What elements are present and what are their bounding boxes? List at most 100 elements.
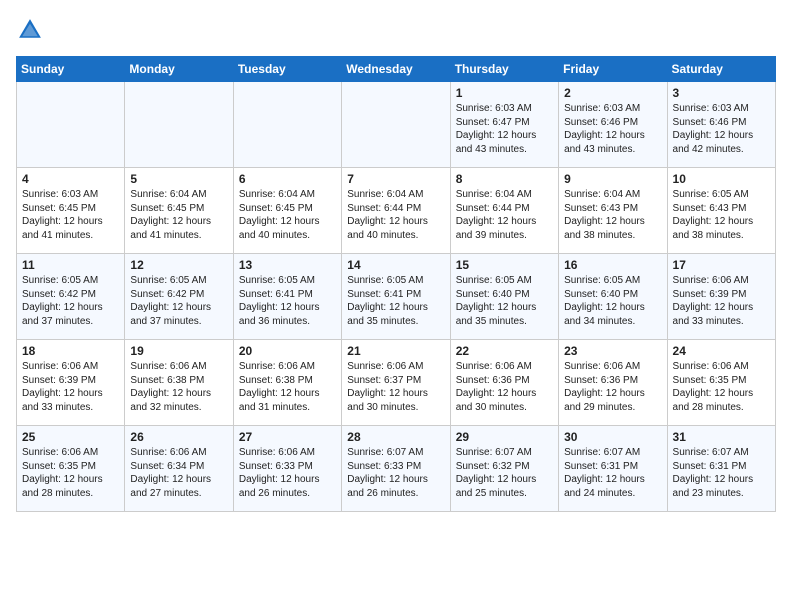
day-cell-7: 7 Sunrise: 6:04 AM Sunset: 6:44 PM Daylig… [342, 168, 450, 254]
day-cell-3: 3Sunrise: 6:03 AM Sunset: 6:46 PM Daylig… [667, 82, 775, 168]
day-info: Sunrise: 6:03 AM Sunset: 6:45 PM Dayligh… [22, 188, 119, 242]
week-row-1: 1Sunrise: 6:03 AM Sunset: 6:47 PM Daylig… [17, 82, 776, 168]
day-info: Sunrise: 6:05 AM Sunset: 6:42 PM Dayligh… [130, 274, 227, 328]
day-cell-5: 5Sunrise: 6:04 AM Sunset: 6:45 PM Daylig… [125, 168, 233, 254]
day-number: 28 [347, 430, 444, 444]
day-number: 17 [673, 258, 770, 272]
day-number: 14 [347, 258, 444, 272]
day-cell-15: 15 Sunrise: 6:05 AM Sunset: 6:40 PM Dayli… [450, 254, 558, 340]
day-cell-6: 6 Sunrise: 6:04 AM Sunset: 6:45 PM Daylig… [233, 168, 341, 254]
day-number: 10 [673, 172, 770, 186]
day-info: Sunrise: 6:06 AM Sunset: 6:34 PM Dayligh… [130, 446, 227, 500]
day-number: 4 [22, 172, 119, 186]
day-info: Sunrise: 6:05 AM Sunset: 6:40 PM Dayligh… [456, 274, 553, 328]
day-cell-10: 10 Sunrise: 6:05 AM Sunset: 6:43 PM Dayli… [667, 168, 775, 254]
day-cell-27: 27 Sunrise: 6:06 AM Sunset: 6:33 PM Dayli… [233, 426, 341, 512]
day-info: Sunrise: 6:06 AM Sunset: 6:38 PM Dayligh… [130, 360, 227, 414]
day-number: 13 [239, 258, 336, 272]
column-header-saturday: Saturday [667, 57, 775, 82]
day-info: Sunrise: 6:06 AM Sunset: 6:39 PM Dayligh… [22, 360, 119, 414]
day-number: 6 [239, 172, 336, 186]
day-cell-25: 25 Sunrise: 6:06 AM Sunset: 6:35 PM Dayli… [17, 426, 125, 512]
day-info: Sunrise: 6:07 AM Sunset: 6:31 PM Dayligh… [673, 446, 770, 500]
day-cell-23: 23 Sunrise: 6:06 AM Sunset: 6:36 PM Dayli… [559, 340, 667, 426]
column-header-friday: Friday [559, 57, 667, 82]
day-cell-1: 1Sunrise: 6:03 AM Sunset: 6:47 PM Daylig… [450, 82, 558, 168]
day-number: 29 [456, 430, 553, 444]
day-cell-4: 4 Sunrise: 6:03 AM Sunset: 6:45 PM Daylig… [17, 168, 125, 254]
day-info: Sunrise: 6:06 AM Sunset: 6:35 PM Dayligh… [673, 360, 770, 414]
day-number: 22 [456, 344, 553, 358]
day-number: 8 [456, 172, 553, 186]
day-number: 9 [564, 172, 661, 186]
day-info: Sunrise: 6:05 AM Sunset: 6:41 PM Dayligh… [347, 274, 444, 328]
logo [16, 16, 48, 44]
day-number: 26 [130, 430, 227, 444]
day-info: Sunrise: 6:04 AM Sunset: 6:44 PM Dayligh… [347, 188, 444, 242]
day-cell-29: 29 Sunrise: 6:07 AM Sunset: 6:32 PM Dayli… [450, 426, 558, 512]
day-number: 27 [239, 430, 336, 444]
day-info: Sunrise: 6:04 AM Sunset: 6:43 PM Dayligh… [564, 188, 661, 242]
page-header [16, 16, 776, 44]
day-info: Sunrise: 6:05 AM Sunset: 6:40 PM Dayligh… [564, 274, 661, 328]
column-header-wednesday: Wednesday [342, 57, 450, 82]
day-number: 7 [347, 172, 444, 186]
day-info: Sunrise: 6:07 AM Sunset: 6:32 PM Dayligh… [456, 446, 553, 500]
day-cell-22: 22 Sunrise: 6:06 AM Sunset: 6:36 PM Dayli… [450, 340, 558, 426]
day-number: 15 [456, 258, 553, 272]
day-cell-20: 20 Sunrise: 6:06 AM Sunset: 6:38 PM Dayli… [233, 340, 341, 426]
day-cell-28: 28Sunrise: 6:07 AM Sunset: 6:33 PM Dayli… [342, 426, 450, 512]
day-cell-11: 11 Sunrise: 6:05 AM Sunset: 6:42 PM Dayli… [17, 254, 125, 340]
day-cell-26: 26 Sunrise: 6:06 AM Sunset: 6:34 PM Dayli… [125, 426, 233, 512]
week-row-5: 25 Sunrise: 6:06 AM Sunset: 6:35 PM Dayli… [17, 426, 776, 512]
day-info: Sunrise: 6:04 AM Sunset: 6:44 PM Dayligh… [456, 188, 553, 242]
day-info: Sunrise: 6:03 AM Sunset: 6:47 PM Dayligh… [456, 102, 553, 156]
day-info: Sunrise: 6:06 AM Sunset: 6:38 PM Dayligh… [239, 360, 336, 414]
week-row-3: 11 Sunrise: 6:05 AM Sunset: 6:42 PM Dayli… [17, 254, 776, 340]
day-number: 25 [22, 430, 119, 444]
day-cell-24: 24Sunrise: 6:06 AM Sunset: 6:35 PM Dayli… [667, 340, 775, 426]
day-number: 30 [564, 430, 661, 444]
day-number: 31 [673, 430, 770, 444]
day-cell-9: 9 Sunrise: 6:04 AM Sunset: 6:43 PM Daylig… [559, 168, 667, 254]
day-cell-14: 14 Sunrise: 6:05 AM Sunset: 6:41 PM Dayli… [342, 254, 450, 340]
day-cell-empty-2 [233, 82, 341, 168]
day-info: Sunrise: 6:07 AM Sunset: 6:31 PM Dayligh… [564, 446, 661, 500]
day-cell-empty-3 [342, 82, 450, 168]
day-cell-19: 19Sunrise: 6:06 AM Sunset: 6:38 PM Dayli… [125, 340, 233, 426]
day-cell-16: 16 Sunrise: 6:05 AM Sunset: 6:40 PM Dayli… [559, 254, 667, 340]
day-cell-empty-1 [125, 82, 233, 168]
column-header-monday: Monday [125, 57, 233, 82]
column-header-thursday: Thursday [450, 57, 558, 82]
day-info: Sunrise: 6:06 AM Sunset: 6:36 PM Dayligh… [456, 360, 553, 414]
week-row-4: 18 Sunrise: 6:06 AM Sunset: 6:39 PM Dayli… [17, 340, 776, 426]
day-info: Sunrise: 6:06 AM Sunset: 6:33 PM Dayligh… [239, 446, 336, 500]
day-number: 2 [564, 86, 661, 100]
logo-icon [16, 16, 44, 44]
day-cell-13: 13Sunrise: 6:05 AM Sunset: 6:41 PM Dayli… [233, 254, 341, 340]
day-cell-12: 12 Sunrise: 6:05 AM Sunset: 6:42 PM Dayli… [125, 254, 233, 340]
calendar-table: SundayMondayTuesdayWednesdayThursdayFrid… [16, 56, 776, 512]
day-number: 23 [564, 344, 661, 358]
day-info: Sunrise: 6:06 AM Sunset: 6:35 PM Dayligh… [22, 446, 119, 500]
day-info: Sunrise: 6:03 AM Sunset: 6:46 PM Dayligh… [564, 102, 661, 156]
day-cell-18: 18 Sunrise: 6:06 AM Sunset: 6:39 PM Dayli… [17, 340, 125, 426]
day-cell-empty-0 [17, 82, 125, 168]
day-number: 18 [22, 344, 119, 358]
day-info: Sunrise: 6:05 AM Sunset: 6:42 PM Dayligh… [22, 274, 119, 328]
column-header-sunday: Sunday [17, 57, 125, 82]
day-info: Sunrise: 6:05 AM Sunset: 6:43 PM Dayligh… [673, 188, 770, 242]
day-number: 3 [673, 86, 770, 100]
day-cell-2: 2 Sunrise: 6:03 AM Sunset: 6:46 PM Daylig… [559, 82, 667, 168]
day-number: 20 [239, 344, 336, 358]
header-row: SundayMondayTuesdayWednesdayThursdayFrid… [17, 57, 776, 82]
day-number: 5 [130, 172, 227, 186]
day-info: Sunrise: 6:06 AM Sunset: 6:37 PM Dayligh… [347, 360, 444, 414]
day-number: 21 [347, 344, 444, 358]
day-number: 16 [564, 258, 661, 272]
day-number: 12 [130, 258, 227, 272]
day-info: Sunrise: 6:04 AM Sunset: 6:45 PM Dayligh… [239, 188, 336, 242]
day-number: 11 [22, 258, 119, 272]
day-info: Sunrise: 6:06 AM Sunset: 6:39 PM Dayligh… [673, 274, 770, 328]
day-info: Sunrise: 6:06 AM Sunset: 6:36 PM Dayligh… [564, 360, 661, 414]
